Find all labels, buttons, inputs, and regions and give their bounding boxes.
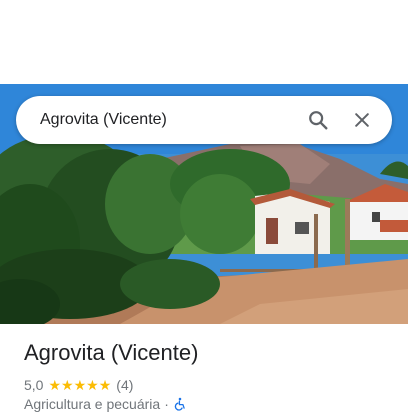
clear-search-button[interactable] [344,102,380,138]
search-bar[interactable]: Agrovita (Vicente) [16,96,392,144]
star-icon: ★ [48,377,62,393]
rating-value: 5,0 [24,377,44,393]
close-icon [355,113,369,127]
star-icon: ★ [86,377,99,393]
place-category: Agricultura e pecuária [24,396,161,412]
review-count[interactable]: (4) [116,377,133,393]
search-icon [309,111,328,130]
star-icon: ★ [61,377,74,393]
place-title: Agrovita (Vicente) [24,340,199,365]
star-icon: ★ [98,377,112,393]
rating-row[interactable]: 5,0 ★ ★ ★ ★ ★ (4) [24,376,133,394]
map-blank-area [0,0,408,84]
wheelchair-icon [173,397,187,411]
star-rating: ★ ★ ★ ★ ★ [48,378,111,392]
star-icon: ★ [73,377,87,393]
separator-dot: · [164,396,169,412]
category-row: Agricultura e pecuária · [24,396,187,412]
search-input[interactable]: Agrovita (Vicente) [40,111,292,129]
search-button[interactable] [300,102,336,138]
